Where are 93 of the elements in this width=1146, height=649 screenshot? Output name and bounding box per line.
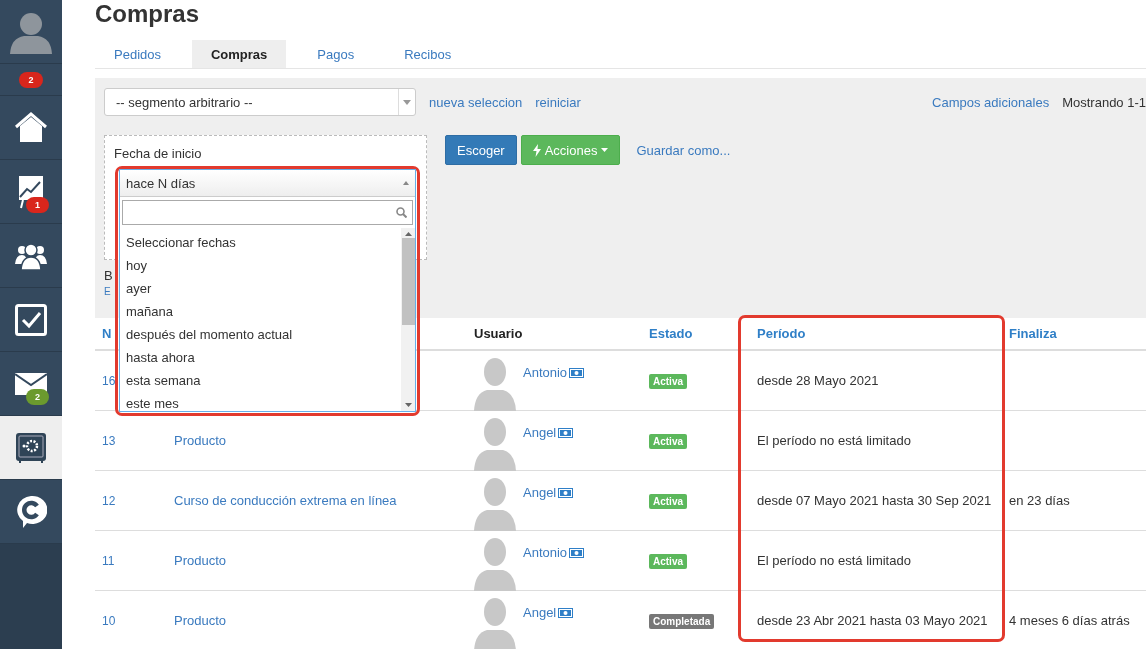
lightning-icon (532, 143, 541, 157)
sidebar-item[interactable] (0, 480, 62, 544)
tab[interactable]: Pedidos (95, 40, 180, 68)
sidebar-item[interactable]: 2 (0, 352, 62, 416)
status-badge: Activa (649, 554, 687, 569)
search-field[interactable] (122, 200, 413, 225)
tab[interactable]: Compras (192, 40, 287, 68)
checkbox-icon (15, 303, 47, 336)
dropdown-option[interactable]: hoy (120, 254, 401, 277)
user-link[interactable]: Angel (523, 424, 557, 440)
product-link[interactable]: Curso de conducción extrema en línea (174, 493, 397, 508)
order-number[interactable]: 12 (102, 494, 116, 508)
caret-icon[interactable] (404, 232, 412, 236)
sidebar-item[interactable]: 1 (0, 160, 62, 224)
filter-link[interactable]: reiniciar (535, 94, 581, 110)
period-text: desde 28 Mayo 2021 (757, 373, 879, 388)
sidebar-item[interactable] (0, 96, 62, 160)
order-number[interactable]: 16 (102, 374, 116, 388)
status-badge: Activa (649, 434, 687, 449)
product-link[interactable]: Producto (174, 433, 227, 448)
tab[interactable]: Pagos (298, 40, 374, 68)
product-link[interactable]: Producto (174, 613, 227, 628)
banknote-icon (569, 367, 585, 378)
users-icon (15, 241, 47, 270)
status-badge: Completada (649, 614, 715, 629)
user-link[interactable]: Antonio (523, 544, 568, 560)
results-count: Mostrando 1-1 (1062, 94, 1146, 110)
order-number[interactable]: 11 (102, 554, 115, 568)
ends-text: en 23 días (1009, 493, 1070, 508)
date-range-dropdown[interactable]: hace N días Seleccionar fechas hoy ayer mañana después del momento actual hasta ahora esta semana este mes (119, 169, 416, 412)
period-text: El período no está limitado (757, 553, 911, 568)
action-button[interactable]: Escoger (445, 135, 517, 165)
search-icon (396, 207, 407, 218)
ends-text: 4 meses 6 días atrás (1009, 613, 1130, 628)
scrollbar[interactable] (401, 228, 415, 411)
user-avatar-icon (474, 596, 516, 649)
filter-label: Fecha de inicio (114, 146, 202, 161)
period-text: desde 23 Abr 2021 hasta 03 Mayo 2021 (757, 613, 988, 628)
page-title: Compras (95, 0, 201, 28)
user-link[interactable]: Angel (523, 484, 557, 500)
banknote-icon (558, 427, 574, 438)
caret-icon (403, 99, 411, 105)
dropdown-option[interactable]: ayer (120, 277, 401, 300)
column-header[interactable]: Período (757, 326, 806, 341)
user-link[interactable]: Angel (523, 604, 557, 620)
user-link[interactable]: Antonio (523, 364, 568, 380)
mail-icon (15, 372, 47, 395)
dropdown-option[interactable]: esta semana (120, 369, 401, 392)
sidebar-item[interactable] (0, 416, 62, 480)
caret-icon[interactable] (404, 403, 412, 407)
column-header[interactable]: N (102, 326, 112, 341)
chat-logo-icon (15, 494, 47, 529)
additional-fields-link[interactable]: Campos adicionales (932, 94, 1050, 110)
product-link[interactable]: Producto (174, 553, 227, 568)
notification-badge: 2 (26, 389, 49, 405)
column-header[interactable]: Finaliza (1009, 326, 1057, 341)
sidebar-item[interactable] (0, 288, 62, 352)
dropdown-option[interactable]: hasta ahora (120, 346, 401, 369)
dropdown-option[interactable]: mañana (120, 300, 401, 323)
home-icon (14, 111, 48, 144)
segment-select[interactable]: -- segmento arbitrario -- (104, 88, 416, 116)
safe-icon (15, 431, 47, 464)
selected-value: hace N días (126, 175, 196, 191)
dropdown-option[interactable]: este mes (120, 392, 401, 411)
filter-link[interactable]: nueva seleccion (429, 94, 523, 110)
status-badge: Activa (649, 374, 687, 389)
user-avatar-icon (474, 476, 516, 531)
user-avatar-icon (474, 356, 516, 411)
sidebar-item[interactable]: 2 (0, 64, 62, 96)
status-badge: Activa (649, 494, 687, 509)
caret-icon (403, 181, 409, 185)
filter-label: B (104, 268, 113, 283)
action-button[interactable]: Acciones (520, 135, 621, 165)
period-text: desde 07 Mayo 2021 hasta 30 Sep 2021 (757, 493, 992, 508)
sidebar-item[interactable] (0, 224, 62, 288)
user-avatar-icon (474, 416, 516, 471)
user-avatar-icon (474, 536, 516, 591)
banknote-icon (558, 487, 574, 498)
banknote-icon (569, 547, 585, 558)
period-text: El período no está limitado (757, 433, 911, 448)
banknote-icon (558, 607, 574, 618)
tab[interactable]: Recibos (385, 40, 471, 68)
dropdown-option[interactable]: Seleccionar fechas (120, 231, 401, 254)
notification-badge: 2 (19, 71, 43, 88)
save-as-link[interactable]: Guardar como... (624, 135, 743, 165)
order-number[interactable]: 10 (102, 614, 116, 628)
dropdown-option[interactable]: después del momento actual (120, 323, 401, 346)
notification-badge: 1 (26, 197, 49, 213)
column-header: Usuario (474, 326, 523, 341)
filter-link[interactable]: E (104, 286, 111, 297)
column-header[interactable]: Estado (649, 326, 693, 341)
caret-icon (601, 148, 609, 152)
order-number[interactable]: 13 (102, 434, 116, 448)
